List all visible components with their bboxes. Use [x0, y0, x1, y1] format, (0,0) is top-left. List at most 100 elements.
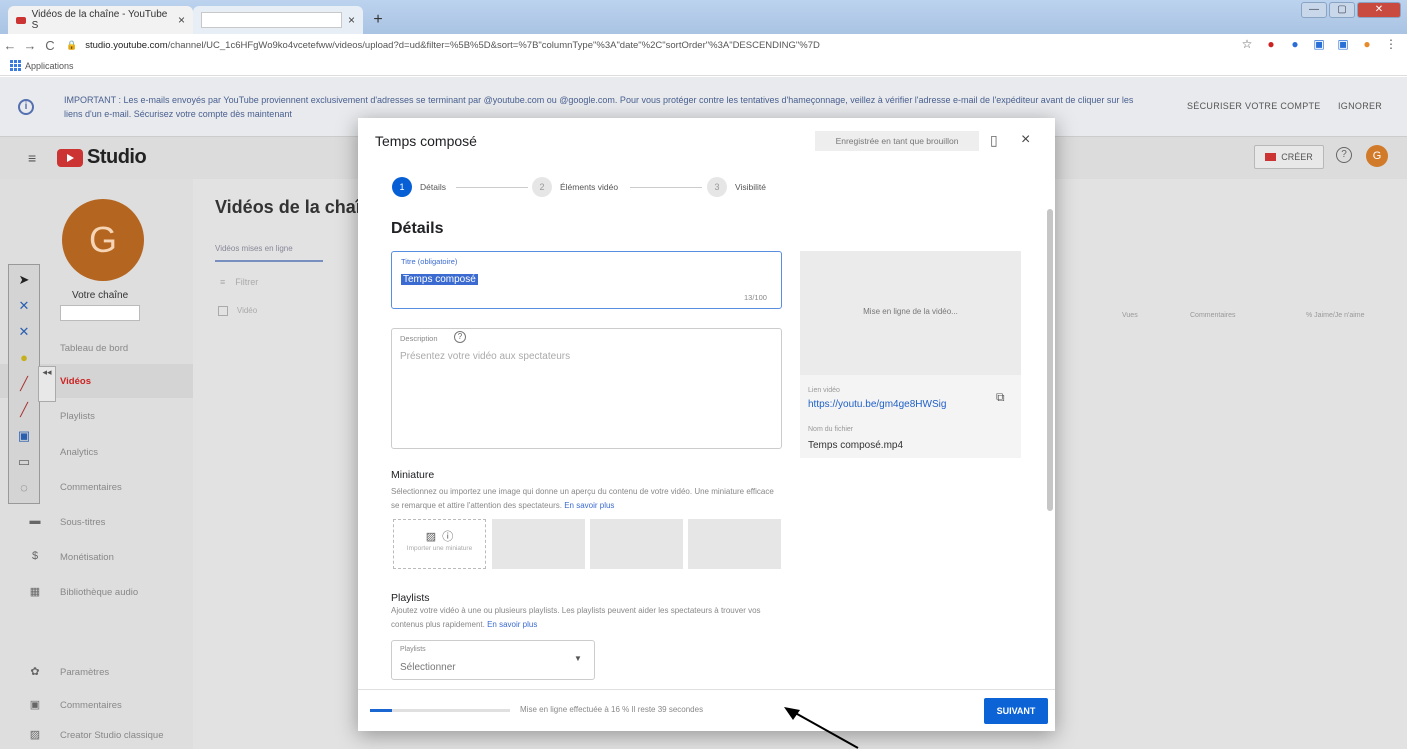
- sidebar-item-settings[interactable]: ✿ Paramètres: [0, 655, 193, 689]
- help-icon[interactable]: ?: [454, 331, 466, 343]
- ignore-button[interactable]: IGNORER: [1338, 101, 1382, 111]
- sidebar-item-label: Sous-titres: [60, 516, 106, 528]
- close-window-button[interactable]: ✕: [1357, 2, 1401, 18]
- cursor-icon[interactable]: ➤: [14, 269, 34, 291]
- step-3-label[interactable]: Visibilité: [735, 182, 766, 192]
- title-input-value[interactable]: Temps composé: [401, 274, 478, 285]
- browser-tab-2[interactable]: ×: [193, 6, 363, 34]
- learn-more-link[interactable]: En savoir plus: [487, 620, 537, 629]
- forward-icon[interactable]: →: [20, 38, 40, 53]
- playlists-heading: Playlists: [391, 592, 430, 604]
- highlighter-icon[interactable]: ●: [14, 347, 34, 369]
- section-title: Détails: [391, 220, 444, 237]
- help-icon[interactable]: ?: [1336, 147, 1352, 163]
- gear-icon: ✿: [30, 666, 40, 678]
- close-dialog-button[interactable]: ×: [1021, 131, 1030, 149]
- step-3-circle[interactable]: 3: [707, 177, 727, 197]
- step-1-circle[interactable]: 1: [392, 177, 412, 197]
- sidebar-item-audio-library[interactable]: ▦ Bibliothèque audio: [0, 575, 193, 609]
- sidebar-item-feedback[interactable]: ▣ Commentaires: [0, 688, 193, 722]
- step-1-label[interactable]: Détails: [420, 182, 446, 192]
- reload-icon[interactable]: C: [40, 38, 60, 53]
- create-button[interactable]: CRÉER: [1254, 145, 1324, 169]
- filename-value: Temps composé.mp4: [808, 440, 904, 451]
- apps-label[interactable]: Applications: [25, 61, 74, 71]
- sidebar-item-label: Commentaires: [60, 481, 122, 493]
- sidebar-item-monetization[interactable]: $ Monétisation: [0, 540, 193, 574]
- eraser-icon[interactable]: ╱: [14, 399, 34, 421]
- secure-account-button[interactable]: SÉCURISER VOTRE COMPTE: [1187, 101, 1321, 111]
- logo-text: Studio: [87, 146, 147, 168]
- extension-calendar-icon[interactable]: ▣: [1313, 38, 1325, 50]
- learn-more-link[interactable]: En savoir plus: [564, 501, 614, 510]
- toolbar-collapse-handle[interactable]: ◂◂: [38, 366, 56, 402]
- back-icon[interactable]: ←: [0, 38, 20, 53]
- thumbnail-description: Sélectionnez ou importez une image qui d…: [391, 485, 781, 513]
- playlists-description-text: Ajoutez votre vidéo à une ou plusieurs p…: [391, 606, 761, 629]
- filename-label: Nom du fichier: [808, 426, 854, 433]
- sidebar-item-subtitles[interactable]: ▬ Sous-titres: [0, 505, 193, 539]
- dialog-scrollbar[interactable]: [1047, 209, 1053, 511]
- thumbnail-option[interactable]: [688, 519, 781, 569]
- marker-icon[interactable]: ╱: [14, 373, 34, 395]
- annotation-toolbar: ➤ ✕ ✕ ● ╱ ╱ ▣ ▭ ◌: [8, 264, 40, 504]
- table-header-row: Vidéo: [218, 306, 257, 316]
- hamburger-menu-icon[interactable]: ≡: [28, 150, 36, 166]
- channel-label: Votre chaîne: [72, 290, 129, 301]
- studio-logo[interactable]: Studio: [57, 146, 147, 169]
- url-field[interactable]: studio.youtube.com/channel/UC_1c6HFgWo9k…: [85, 40, 1265, 51]
- profile-icon[interactable]: ●: [1361, 38, 1373, 50]
- upload-thumbnail-button[interactable]: ▨ ⓘ Importer une miniature: [393, 519, 486, 569]
- thumbnail-option[interactable]: [590, 519, 683, 569]
- extension-save-icon[interactable]: ▣: [1337, 38, 1349, 50]
- multi-pen-icon[interactable]: ✕: [14, 321, 34, 343]
- channel-avatar[interactable]: G: [62, 199, 144, 281]
- next-button[interactable]: SUIVANT: [984, 698, 1048, 724]
- keyboard-icon[interactable]: ▭: [14, 451, 34, 473]
- thumbnail-heading: Miniature: [391, 469, 435, 481]
- draft-badge: Enregistrée en tant que brouillon: [815, 131, 979, 151]
- star-icon[interactable]: ☆: [1241, 38, 1253, 50]
- tab-close-icon[interactable]: ×: [178, 13, 185, 27]
- filter-row[interactable]: ≡ Filtrer: [220, 277, 258, 287]
- feedback-phone-icon[interactable]: ▯: [990, 132, 998, 149]
- tab-close-icon[interactable]: ×: [348, 13, 355, 27]
- annotation-arrow: [784, 707, 859, 749]
- sidebar-item-label: Commentaires: [60, 699, 122, 711]
- browser-tab-active[interactable]: Vidéos de la chaîne - YouTube S ×: [8, 6, 193, 34]
- select-all-checkbox[interactable]: [218, 306, 228, 316]
- minimize-button[interactable]: —: [1301, 2, 1327, 18]
- youtube-logo-icon: [57, 148, 83, 167]
- tab-uploaded-videos[interactable]: Vidéos mises en ligne: [215, 244, 293, 253]
- video-link[interactable]: https://youtu.be/gm4ge8HWSig: [808, 399, 946, 410]
- new-tab-button[interactable]: +: [368, 10, 388, 30]
- youtube-favicon-icon: [16, 16, 26, 24]
- screen-icon[interactable]: ▣: [14, 425, 34, 447]
- extension-drop-icon[interactable]: ●: [1289, 38, 1301, 50]
- maximize-button[interactable]: ▢: [1329, 2, 1355, 18]
- dialog-title: Temps composé: [375, 133, 477, 149]
- step-2-circle[interactable]: 2: [532, 177, 552, 197]
- sidebar-item-label: Creator Studio classique: [60, 729, 164, 741]
- pen-tool-icon[interactable]: ✕: [14, 295, 34, 317]
- video-link-label: Lien vidéo: [808, 387, 840, 394]
- playlist-select-value[interactable]: Sélectionner: [400, 662, 456, 673]
- create-label: CRÉER: [1281, 152, 1313, 162]
- preview-status: Mise en ligne de la vidéo...: [863, 307, 958, 316]
- copy-icon[interactable]: ⧉: [996, 390, 1005, 405]
- account-avatar[interactable]: G: [1366, 145, 1388, 167]
- menu-icon[interactable]: ⋮: [1385, 38, 1397, 50]
- apps-icon[interactable]: [10, 60, 21, 71]
- step-2-label[interactable]: Éléments vidéo: [560, 182, 618, 192]
- playlists-description: Ajoutez votre vidéo à une ou plusieurs p…: [391, 604, 787, 632]
- adblock-icon[interactable]: ●: [1265, 38, 1277, 50]
- dollar-icon: $: [31, 550, 39, 562]
- chevron-down-icon[interactable]: ▼: [574, 654, 582, 663]
- sidebar-item-classic-studio[interactable]: ▨ Creator Studio classique: [0, 718, 193, 749]
- upload-thumbnail-label: Importer une miniature: [406, 545, 473, 552]
- settings-icon[interactable]: ◌: [14, 477, 34, 499]
- help-icon[interactable]: ⓘ: [442, 531, 453, 543]
- description-input[interactable]: [391, 328, 782, 449]
- thumbnail-option[interactable]: [492, 519, 585, 569]
- tab-title: Vidéos de la chaîne - YouTube S: [31, 9, 168, 31]
